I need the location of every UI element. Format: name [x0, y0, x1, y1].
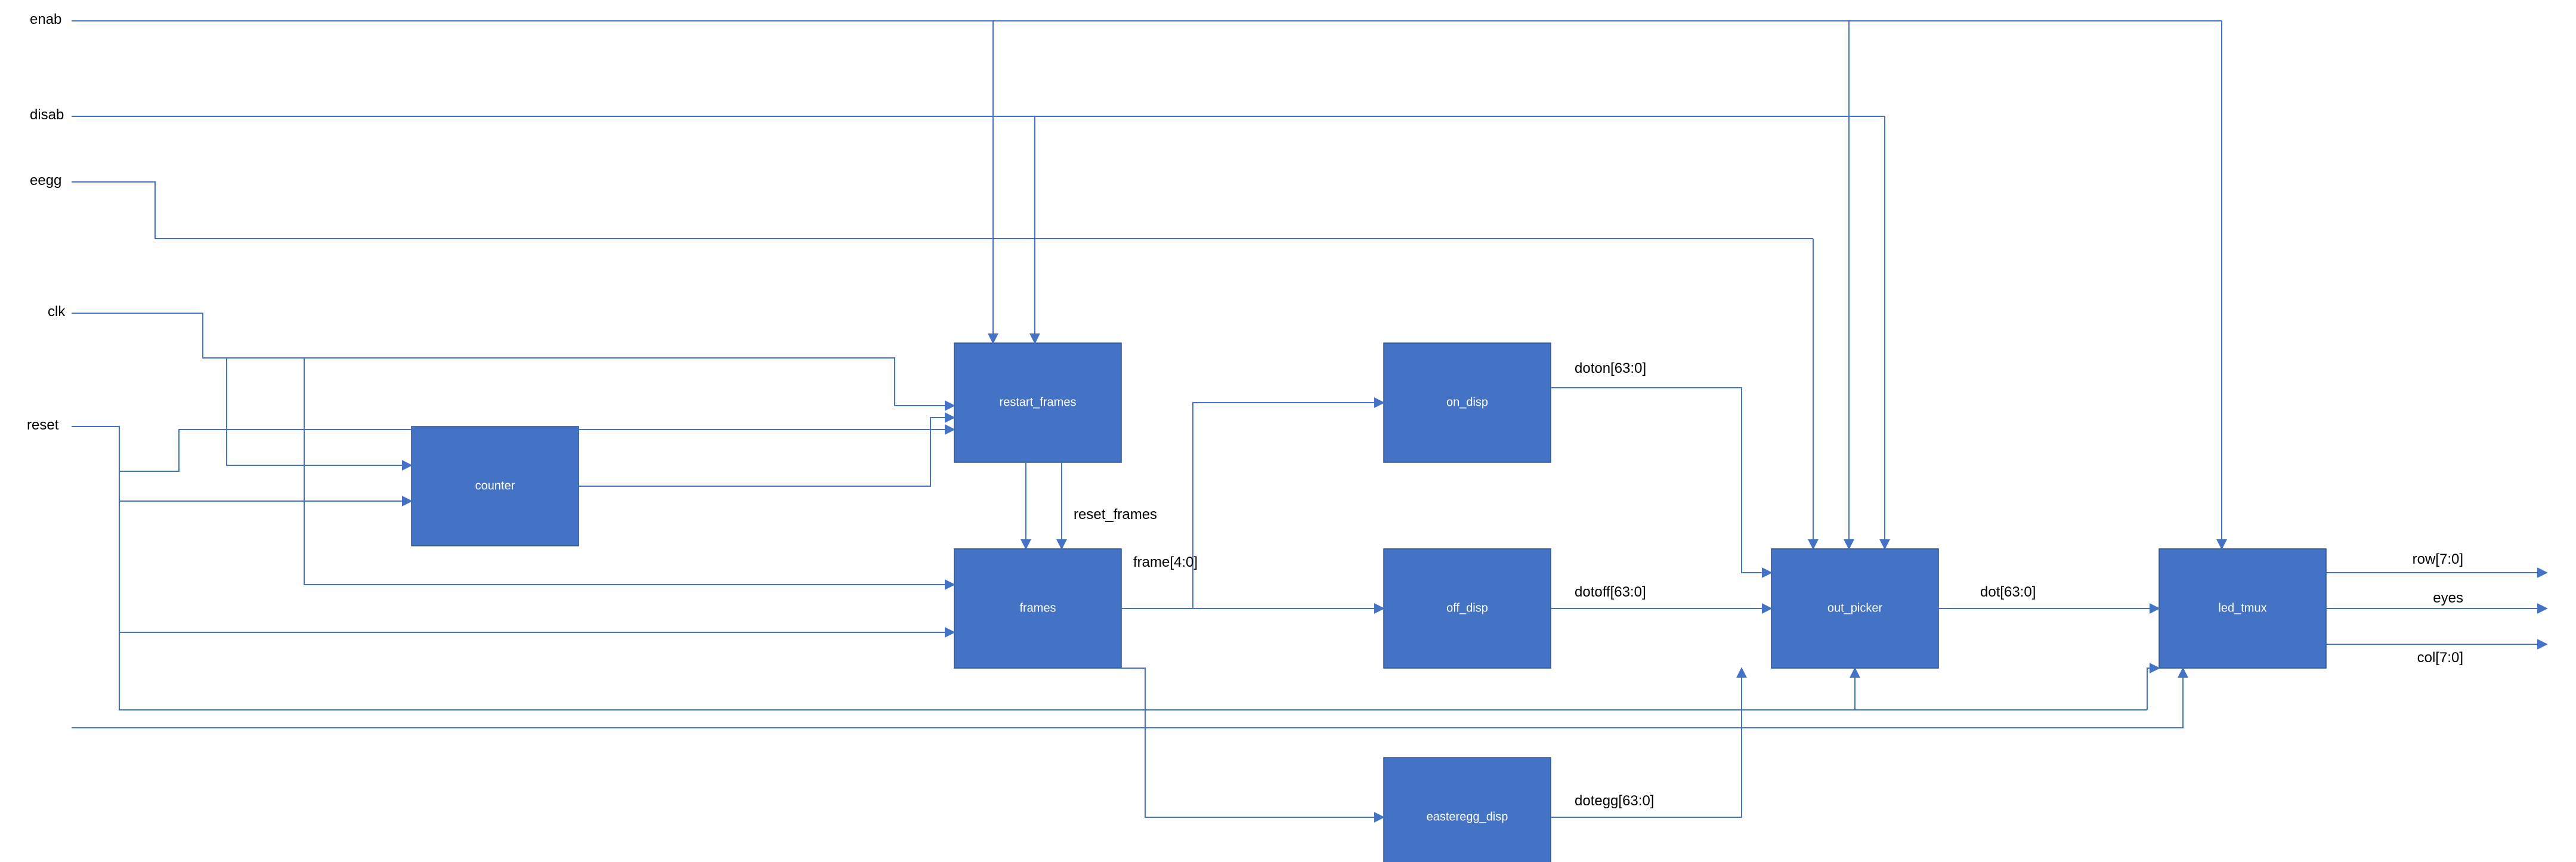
block-led-tmux-label: led_tmux — [2218, 601, 2266, 614]
block-easteregg-disp: easteregg_disp — [1384, 758, 1551, 862]
block-easteregg-disp-label: easteregg_disp — [1427, 810, 1508, 823]
block-restart-frames: restart_frames — [954, 343, 1121, 462]
block-restart-frames-label: restart_frames — [1000, 396, 1077, 409]
wire-enab — [72, 21, 2222, 549]
block-counter-label: counter — [475, 479, 515, 492]
block-out-picker-label: out_picker — [1827, 601, 1883, 614]
block-out-picker: out_picker — [1771, 549, 1938, 668]
block-counter: counter — [412, 427, 579, 546]
input-reset-label: reset — [27, 417, 59, 433]
block-off-disp-label: off_disp — [1446, 601, 1488, 614]
signal-reset-frames-label: reset_frames — [1074, 506, 1157, 523]
output-col-label: col[7:0] — [2417, 650, 2463, 666]
output-eyes-label: eyes — [2433, 590, 2463, 606]
input-eegg-label: eegg — [30, 172, 61, 189]
wire-counter-out — [579, 418, 954, 486]
block-off-disp: off_disp — [1384, 549, 1551, 668]
wire-disab — [72, 116, 1885, 549]
wire-doton — [1551, 388, 1771, 573]
output-row-label: row[7:0] — [2413, 551, 2463, 567]
signal-dot-label: dot[63:0] — [1980, 584, 2036, 600]
wire-eegg — [72, 182, 1813, 549]
input-disab-label: disab — [30, 107, 64, 123]
block-led-tmux: led_tmux — [2159, 549, 2326, 668]
wire-frame-bus — [1121, 403, 1384, 817]
signal-dotegg-label: dotegg[63:0] — [1575, 793, 1654, 809]
input-clk-label: clk — [48, 304, 66, 320]
signal-dotoff-label: dotoff[63:0] — [1575, 584, 1646, 600]
input-enab-label: enab — [30, 11, 61, 27]
block-on-disp-label: on_disp — [1446, 396, 1488, 409]
signal-doton-label: doton[63:0] — [1575, 360, 1646, 376]
signal-frame-label: frame[4:0] — [1133, 554, 1198, 570]
block-frames: frames — [954, 549, 1121, 668]
block-diagram: counter restart_frames frames on_disp of… — [0, 0, 2576, 862]
wire-reset-frames — [1026, 462, 1062, 549]
block-on-disp: on_disp — [1384, 343, 1551, 462]
block-frames-label: frames — [1019, 601, 1056, 614]
